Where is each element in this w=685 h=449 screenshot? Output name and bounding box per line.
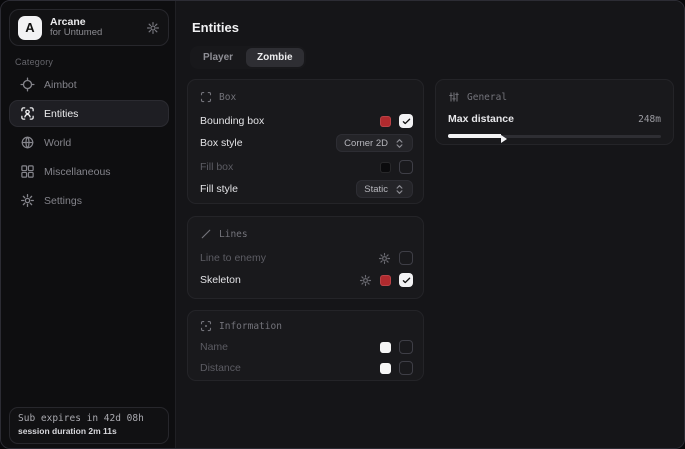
grid-icon — [20, 164, 35, 179]
fill-box-checkbox[interactable] — [399, 160, 413, 174]
skeleton-checkbox[interactable] — [399, 273, 413, 287]
sidebar-item-aimbot[interactable]: Aimbot — [9, 71, 169, 98]
max-distance-value: 248m — [638, 114, 661, 125]
brand-text: Arcane for Untumed — [50, 16, 146, 39]
sidebar-item-miscellaneous[interactable]: Miscellaneous — [9, 158, 169, 185]
information-card-header: Information — [200, 320, 282, 332]
dropdown-value: Corner 2D — [344, 138, 388, 149]
check-icon — [402, 276, 411, 285]
check-icon — [402, 117, 411, 126]
tab-player[interactable]: Player — [192, 48, 244, 67]
card-title: Box — [219, 92, 236, 103]
max-distance-slider[interactable] — [448, 131, 661, 141]
app-logo: A — [18, 16, 42, 40]
sidebar-item-settings[interactable]: Settings — [9, 187, 169, 214]
skeleton-settings-gear-icon[interactable] — [359, 274, 372, 287]
color-swatch[interactable] — [380, 162, 391, 173]
bounding-box-checkbox[interactable] — [399, 114, 413, 128]
name-row: Name — [200, 339, 413, 355]
sidebar-item-label: Miscellaneous — [44, 166, 111, 178]
brand-gear-icon[interactable] — [146, 21, 160, 35]
row-label: Fill box — [200, 161, 380, 173]
slider-handle[interactable] — [501, 135, 507, 143]
gear-icon — [20, 193, 35, 208]
sidebar-item-label: Settings — [44, 195, 82, 207]
sidebar-item-label: Entities — [44, 108, 78, 120]
globe-icon — [20, 135, 35, 150]
card-title: Lines — [219, 229, 248, 240]
line-settings-gear-icon[interactable] — [378, 252, 391, 265]
color-swatch[interactable] — [380, 275, 391, 286]
color-swatch[interactable] — [380, 116, 391, 127]
name-checkbox[interactable] — [399, 340, 413, 354]
skeleton-row: Skeleton — [200, 272, 413, 288]
session-duration-text: session duration 2m 11s — [18, 426, 160, 436]
box-card-header: Box — [200, 91, 236, 103]
sub-expiry-text: Sub expires in 42d 08h — [18, 413, 160, 424]
max-distance-row: Max distance 248m — [448, 113, 661, 125]
general-card: General Max distance 248m — [435, 79, 674, 145]
sliders-icon — [448, 91, 460, 103]
line-to-enemy-row: Line to enemy — [200, 250, 413, 266]
crosshair-icon — [20, 77, 35, 92]
card-title: Information — [219, 321, 282, 332]
chevrons-up-down-icon — [394, 138, 405, 149]
distance-checkbox[interactable] — [399, 361, 413, 375]
lines-card: Lines Line to enemy Skeleton — [187, 216, 424, 299]
row-label: Name — [200, 341, 380, 353]
box-style-row: Box style Corner 2D — [200, 135, 413, 151]
sidebar-item-world[interactable]: World — [9, 129, 169, 156]
distance-row: Distance — [200, 360, 413, 376]
app-subtitle: for Untumed — [50, 28, 146, 39]
bounding-box-row: Bounding box — [200, 113, 413, 129]
page-title: Entities — [192, 20, 239, 35]
scan-person-icon — [20, 106, 35, 121]
row-label: Skeleton — [200, 274, 359, 286]
scan-box-icon — [200, 91, 212, 103]
fill-style-row: Fill style Static — [200, 181, 413, 197]
fill-style-dropdown[interactable]: Static — [356, 180, 413, 198]
brand-card: A Arcane for Untumed — [9, 9, 169, 46]
line-icon — [200, 228, 212, 240]
entity-tabs: Player Zombie — [190, 46, 306, 69]
sidebar-item-label: Aimbot — [44, 79, 77, 91]
fill-box-row: Fill box — [200, 159, 413, 175]
row-label: Box style — [200, 137, 336, 149]
card-title: General — [467, 92, 507, 103]
dropdown-value: Static — [364, 184, 388, 195]
sidebar-nav: Aimbot Entities World Miscellaneous Sett… — [9, 71, 169, 216]
chevrons-up-down-icon — [394, 184, 405, 195]
sidebar: A Arcane for Untumed Category Aimbot Ent… — [1, 1, 176, 448]
information-card: Information Name Distance — [187, 310, 424, 381]
subscription-info-card: Sub expires in 42d 08h session duration … — [9, 407, 169, 444]
sidebar-item-label: World — [44, 137, 71, 149]
tab-zombie[interactable]: Zombie — [246, 48, 304, 67]
lines-card-header: Lines — [200, 228, 248, 240]
row-label: Bounding box — [200, 115, 380, 127]
row-label: Distance — [200, 362, 380, 374]
category-section-label: Category — [15, 57, 53, 67]
row-label: Line to enemy — [200, 252, 378, 264]
line-to-enemy-checkbox[interactable] — [399, 251, 413, 265]
main-panel: Entities Player Zombie Box Bounding box — [177, 1, 684, 448]
sidebar-item-entities[interactable]: Entities — [9, 100, 169, 127]
color-swatch[interactable] — [380, 342, 391, 353]
color-swatch[interactable] — [380, 363, 391, 374]
scan-dot-icon — [200, 320, 212, 332]
general-card-header: General — [448, 91, 507, 103]
slider-fill — [448, 134, 501, 138]
box-card: Box Bounding box Box style Corner 2D — [187, 79, 424, 204]
row-label: Fill style — [200, 183, 356, 195]
box-style-dropdown[interactable]: Corner 2D — [336, 134, 413, 152]
max-distance-label: Max distance — [448, 113, 638, 125]
app-window: A Arcane for Untumed Category Aimbot Ent… — [0, 0, 685, 449]
